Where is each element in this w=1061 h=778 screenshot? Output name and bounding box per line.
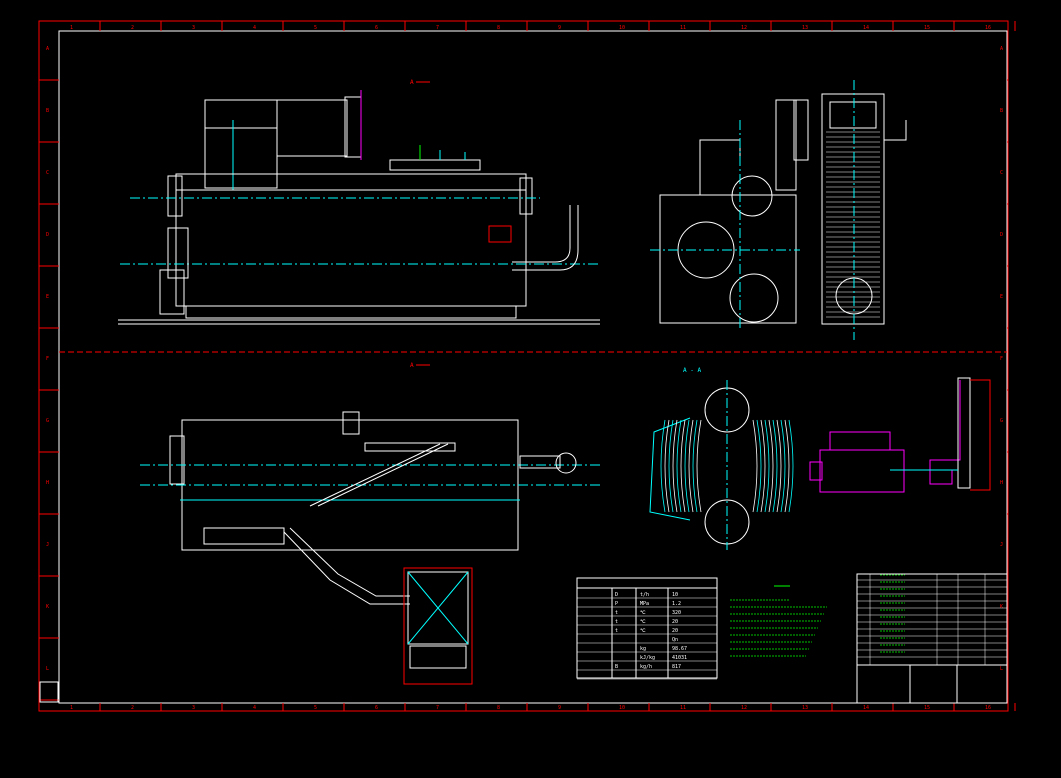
- grid-left-letter: L: [46, 666, 49, 672]
- grid-bottom-number: 6: [375, 705, 378, 711]
- parameter-cell: 41031: [672, 655, 687, 661]
- parameter-cell: 320: [672, 610, 681, 616]
- technical-notes: [730, 585, 827, 657]
- outer-frame: [38, 20, 1009, 712]
- grid-right-letter: D: [1000, 232, 1003, 238]
- parameters-table: Dt/h 10 P MPa 1.2 t ℃ 320 t ℃ 20 t ℃ 20 Qn kg 98.67 kJ/kg…: [576, 577, 718, 680]
- grid-top-number: 13: [802, 25, 808, 31]
- grid-right-letter: B: [1000, 108, 1003, 114]
- grid-right-letter: H: [1000, 480, 1003, 486]
- grid-left-letter: B: [46, 108, 49, 114]
- grid-left-letter: C: [46, 170, 49, 176]
- grid-bottom-number: 3: [192, 705, 195, 711]
- parameter-cell: MPa: [640, 601, 649, 607]
- grid-top-number: 6: [375, 25, 378, 31]
- section-view: A - A: [649, 367, 794, 550]
- grid-bottom-number: 12: [741, 705, 747, 711]
- burner-detail: [809, 377, 991, 493]
- grid-top-number: 4: [253, 25, 256, 31]
- grid-right-letter: E: [1000, 294, 1003, 300]
- plan-view: A: [140, 362, 600, 685]
- parameter-cell: 20: [672, 628, 678, 634]
- grid-ticks: 1 2 3 4 5 6 7 8 9 10 11 12 13 14 15 161 2 3 4 5 6 7 8 9 10 11 12 13…: [39, 21, 1016, 711]
- grid-bottom-number: 9: [558, 705, 561, 711]
- grid-left-letter: H: [46, 480, 49, 486]
- grid-bottom-number: 7: [436, 705, 439, 711]
- grid-bottom-number: 15: [924, 705, 930, 711]
- parameter-cell: kg/h: [640, 664, 652, 670]
- grid-top-number: 8: [497, 25, 500, 31]
- parameter-cell: P: [615, 601, 618, 607]
- parameter-cell: t: [615, 619, 618, 625]
- grid-left-letter: J: [46, 542, 49, 548]
- parameter-cell: kJ/kg: [640, 655, 655, 661]
- grid-top-number: 5: [314, 25, 317, 31]
- grid-bottom-number: 10: [619, 705, 625, 711]
- grid-top-number: 7: [436, 25, 439, 31]
- parameter-cell: t: [615, 628, 618, 634]
- grid-left-letter: F: [46, 356, 49, 362]
- grid-bottom-number: 5: [314, 705, 317, 711]
- grid-top-number: 14: [863, 25, 869, 31]
- parameter-cell: ℃: [640, 619, 646, 625]
- parameter-cell: ℃: [640, 628, 646, 634]
- grid-bottom-number: 11: [680, 705, 686, 711]
- section-view-label: A - A: [683, 367, 701, 374]
- side-view: [650, 80, 907, 340]
- grid-left-letter: E: [46, 294, 49, 300]
- grid-right-letter: A: [1000, 46, 1003, 52]
- economizer-fins: [826, 131, 880, 318]
- grid-bottom-number: 14: [863, 705, 869, 711]
- grid-left-letter: K: [46, 604, 49, 610]
- boiler-drawing: 1 2 3 4 5 6 7 8 9 10 11 12 13 14 15 161 2 3 4 5 6 7 8 9 10 11 12 13…: [38, 20, 1016, 712]
- grid-right-letter: L: [1000, 666, 1003, 672]
- parameter-cell: 1.2: [672, 601, 681, 607]
- parameter-cell: B: [615, 664, 618, 670]
- grid-bottom-number: 16: [985, 705, 991, 711]
- grid-top-number: 16: [985, 25, 991, 31]
- grid-right-letter: F: [1000, 356, 1003, 362]
- grid-top-number: 12: [741, 25, 747, 31]
- parameter-cell: 817: [672, 664, 681, 670]
- parameter-cell: 20: [672, 619, 678, 625]
- bom-table: [856, 573, 1008, 704]
- grid-top-number: 2: [131, 25, 134, 31]
- parameter-cell: 10: [672, 592, 678, 598]
- plan-view-label: A: [410, 362, 414, 369]
- grid-left-letter: D: [46, 232, 49, 238]
- front-view-label: A: [410, 79, 414, 86]
- grid-top-number: 1: [70, 25, 73, 31]
- cad-drawing-canvas: 1 2 3 4 5 6 7 8 9 10 11 12 13 14 15 16 1 2 3 4 5 6 7 8 9 10 11 12 13…: [0, 0, 1061, 778]
- grid-right-letter: J: [1000, 542, 1003, 548]
- grid-bottom-number: 4: [253, 705, 256, 711]
- parameter-cell: t/h: [640, 592, 649, 598]
- parameter-cell: D: [615, 592, 618, 598]
- grid-bottom-number: 13: [802, 705, 808, 711]
- grid-top-number: 10: [619, 25, 625, 31]
- front-view: A: [118, 79, 600, 325]
- bom-rows: [857, 574, 1007, 665]
- grid-top-number: 3: [192, 25, 195, 31]
- parameter-cell: Qn: [672, 637, 678, 643]
- revision-box: [39, 681, 59, 703]
- grid-left-letter: A: [46, 46, 49, 52]
- parameter-cell: kg: [640, 646, 646, 652]
- grid-bottom-number: 2: [131, 705, 134, 711]
- parameter-cell: t: [615, 610, 618, 616]
- grid-bottom-number: 1: [70, 705, 73, 711]
- grid-top-number: 15: [924, 25, 930, 31]
- parameter-cell: 98.67: [672, 646, 687, 652]
- grid-right-letter: K: [1000, 604, 1003, 610]
- grid-top-number: 9: [558, 25, 561, 31]
- parameter-cell: ℃: [640, 610, 646, 616]
- grid-top-number: 11: [680, 25, 686, 31]
- grid-bottom-number: 8: [497, 705, 500, 711]
- grid-right-letter: G: [1000, 418, 1003, 424]
- grid-right-letter: C: [1000, 170, 1003, 176]
- grid-left-letter: G: [46, 418, 49, 424]
- parameter-rows: Dt/h 10 P MPa 1.2 t ℃ 320 t ℃ 20 t ℃ 20 Qn kg 98.67 kJ/kg…: [577, 592, 717, 680]
